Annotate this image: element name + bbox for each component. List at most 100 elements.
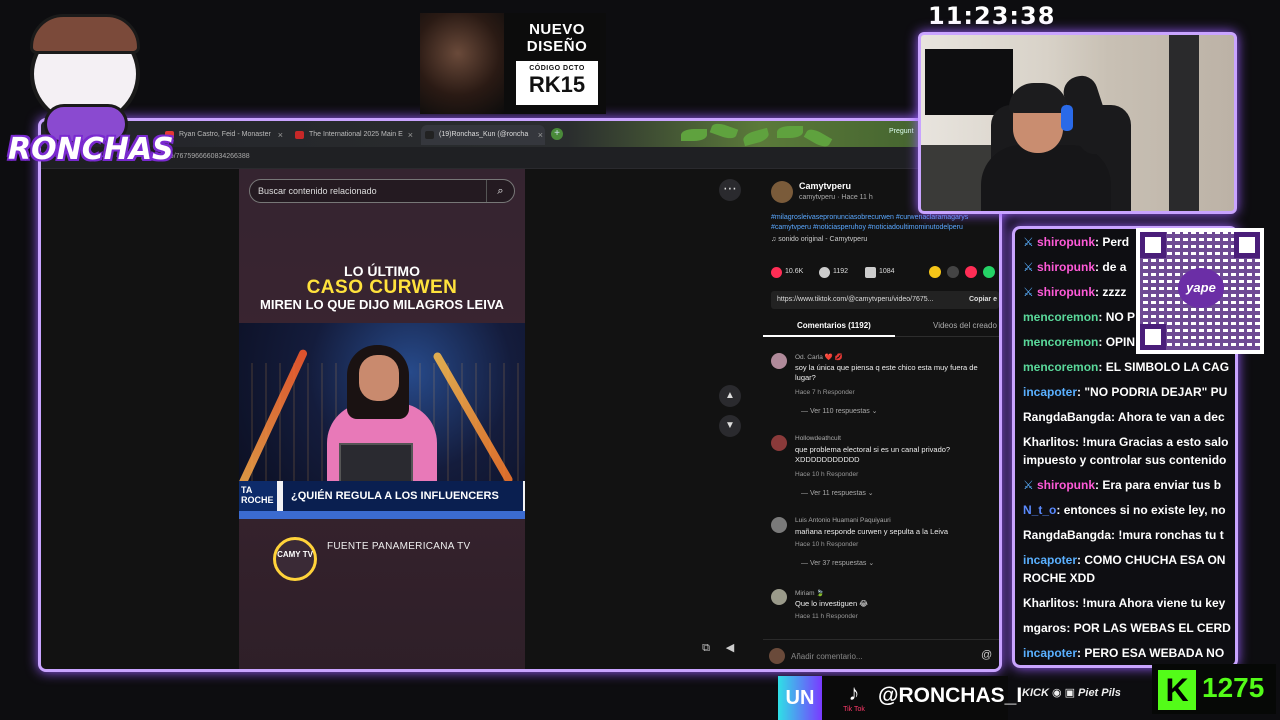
chat-separator: : bbox=[1066, 621, 1074, 635]
save-button[interactable]: 1084 bbox=[865, 265, 895, 279]
address-bar[interactable]: peru/video/7675966660834266388 bbox=[41, 147, 999, 169]
like-button[interactable]: 10.6K bbox=[771, 265, 803, 279]
avatar[interactable] bbox=[771, 435, 787, 451]
mention-icon[interactable]: @ bbox=[981, 649, 992, 661]
comment-button[interactable]: 1192 bbox=[819, 265, 848, 279]
tab-label: Ryan Castro, Feid - Monaster bbox=[179, 131, 271, 138]
chat-username[interactable]: shiropunk bbox=[1037, 260, 1095, 274]
chat-separator: : bbox=[1111, 410, 1118, 424]
chat-text: entonces si no existe ley, no bbox=[1063, 503, 1226, 517]
chat-username[interactable]: Kharlitos bbox=[1023, 596, 1075, 610]
avatar[interactable] bbox=[771, 353, 787, 369]
author-avatar[interactable] bbox=[771, 181, 793, 203]
comment-meta[interactable]: Hace 7 h Responder bbox=[795, 389, 855, 396]
post-hashtags[interactable]: #milagrosleivasepronunciasobrecurwen #cu… bbox=[771, 213, 999, 233]
add-comment-input[interactable]: Añadir comentario... bbox=[791, 652, 863, 661]
chat-username[interactable]: mgaros bbox=[1023, 621, 1066, 635]
chat-message: ⚔ shiropunk: Era para enviar tus b bbox=[1023, 476, 1235, 494]
copy-link-button[interactable]: Copiar e bbox=[969, 291, 997, 309]
chat-text: PERO ESA WEBADA NO bbox=[1084, 646, 1225, 660]
view-replies-button[interactable]: — Ver 110 respuestas ⌄ bbox=[801, 407, 878, 415]
browser-tab-active[interactable]: (19)Ronchas_Kun (@roncha × bbox=[421, 125, 545, 145]
tiktok-icon: ♪ Tik Tok bbox=[832, 680, 876, 720]
whatsapp-icon[interactable] bbox=[983, 266, 995, 278]
new-tab-button[interactable]: + bbox=[551, 128, 563, 140]
chat-username[interactable]: RangdaBangda bbox=[1023, 410, 1111, 424]
comment-user[interactable]: Hollowdeathcult bbox=[795, 435, 841, 442]
close-icon[interactable]: × bbox=[408, 125, 413, 145]
chat-username[interactable]: incapoter bbox=[1023, 385, 1077, 399]
pip-icon[interactable]: ⧉ bbox=[697, 639, 715, 657]
chat-username[interactable]: N_t_o bbox=[1023, 503, 1056, 517]
chat-message: incapoter: COMO CHUCHA ESA ON bbox=[1023, 551, 1235, 569]
chat-username[interactable]: shiropunk bbox=[1037, 285, 1095, 299]
view-replies-button[interactable]: — Ver 37 respuestas ⌄ bbox=[801, 559, 874, 567]
embed-icon[interactable] bbox=[947, 266, 959, 278]
comment-meta[interactable]: Hace 11 h Responder bbox=[795, 613, 858, 620]
share-icon[interactable] bbox=[929, 266, 941, 278]
browser-tab[interactable]: Ryan Castro, Feid - Monaster × bbox=[161, 125, 285, 145]
previous-video-button[interactable]: ▲ bbox=[719, 385, 741, 407]
comment-user[interactable]: Od. Carla ❤️ 💋 bbox=[795, 353, 843, 361]
tiktok-icon bbox=[425, 131, 434, 139]
post-stats: 10.6K 1192 1084 bbox=[771, 265, 999, 279]
chat-username[interactable]: mencoremon bbox=[1023, 310, 1098, 324]
save-count: 1084 bbox=[879, 268, 895, 275]
avatar[interactable] bbox=[771, 589, 787, 605]
browser-tab[interactable]: The International 2025 Main E × bbox=[291, 125, 415, 145]
author-name[interactable]: Camytvperu bbox=[799, 181, 851, 191]
stream-canvas: Ryan Castro, Feid - Monaster × The Inter… bbox=[0, 0, 1280, 720]
chat-username[interactable]: incapoter bbox=[1023, 646, 1077, 660]
close-icon[interactable]: × bbox=[278, 125, 283, 145]
chat-message: Kharlitos: !mura Gracias a esto salo bbox=[1023, 433, 1235, 451]
comment-item: Miriam 🍃 Que lo investiguen 😂 Hace 11 h … bbox=[771, 589, 999, 629]
moderator-sword-icon: ⚔ bbox=[1023, 478, 1034, 492]
comment-meta[interactable]: Hace 10 h Responder bbox=[795, 541, 858, 548]
tab-comments[interactable]: Comentarios (1192) bbox=[797, 321, 871, 330]
post-detail-panel: Camytvperu camytvperu · Hace 11 h #milag… bbox=[763, 169, 999, 669]
chat-username[interactable]: shiropunk bbox=[1037, 235, 1095, 249]
comment-item: Od. Carla ❤️ 💋 soy la única que piensa q… bbox=[771, 353, 999, 427]
panel-tabs: Comentarios (1192) Videos del creado bbox=[763, 317, 999, 337]
tab-creator-videos[interactable]: Videos del creado bbox=[933, 321, 997, 330]
volume-icon[interactable]: ◀ bbox=[721, 639, 739, 657]
video-headline-3: MIREN LO QUE DIJO MILAGROS LEIVA bbox=[260, 297, 504, 312]
comment-user[interactable]: Miriam 🍃 bbox=[795, 589, 824, 597]
browser-capture: Ryan Castro, Feid - Monaster × The Inter… bbox=[38, 118, 1002, 672]
heart-icon bbox=[771, 267, 782, 278]
tab-label: The International 2025 Main E bbox=[309, 131, 403, 138]
post-sound[interactable]: ♫ sonido original - Camytvperu bbox=[771, 236, 867, 243]
chat-text: "NO PODRIA DEJAR" PU bbox=[1084, 385, 1228, 399]
avatar[interactable] bbox=[771, 517, 787, 533]
search-icon[interactable]: ⌕ bbox=[486, 180, 514, 202]
post-link[interactable]: https://www.tiktok.com/@camytvperu/video… bbox=[771, 291, 999, 309]
close-icon[interactable]: × bbox=[538, 125, 543, 145]
chat-username[interactable]: Kharlitos bbox=[1023, 435, 1075, 449]
view-replies-button[interactable]: — Ver 11 respuestas ⌄ bbox=[801, 489, 874, 497]
chat-username[interactable]: mencoremon bbox=[1023, 360, 1098, 374]
sponsor-title-line: NUEVO bbox=[529, 21, 585, 38]
chat-separator: : bbox=[1098, 360, 1106, 374]
banner-prefix: UN bbox=[778, 676, 822, 720]
comment-meta[interactable]: Hace 10 h Responder bbox=[795, 471, 858, 478]
tiktok-page: Buscar contenido relacionado ⌕ LO ÚLTIMO… bbox=[41, 169, 999, 669]
video-player[interactable]: Buscar contenido relacionado ⌕ LO ÚLTIMO… bbox=[239, 169, 525, 669]
search-input[interactable]: Buscar contenido relacionado ⌕ bbox=[249, 179, 515, 203]
chat-text: COMO CHUCHA ESA ON bbox=[1084, 553, 1226, 567]
comment-text: que problema electoral si es un canal pr… bbox=[795, 445, 951, 464]
lower-third-text: ¿QUIÉN REGULA A LOS INFLUENCERS POLÍTICO… bbox=[283, 481, 523, 511]
chat-username[interactable]: mencoremon bbox=[1023, 335, 1098, 349]
chat-username[interactable]: RangdaBangda bbox=[1023, 528, 1111, 542]
comment-user[interactable]: Luis Antonio Huamani Paquiyauri bbox=[795, 517, 891, 524]
send-icon[interactable] bbox=[965, 266, 977, 278]
chat-text: Ahora te van a dec bbox=[1117, 410, 1225, 424]
chat-text: !mura Gracias a esto salo bbox=[1082, 435, 1229, 449]
tiktok-label: Tik Tok bbox=[843, 706, 865, 713]
chat-username[interactable]: shiropunk bbox=[1037, 478, 1095, 492]
next-video-button[interactable]: ▼ bbox=[719, 415, 741, 437]
ask-button[interactable]: Pregunt bbox=[889, 128, 914, 135]
more-options-button[interactable]: ⋯ bbox=[719, 179, 741, 201]
chat-username[interactable]: incapoter bbox=[1023, 553, 1077, 567]
add-comment-bar: Añadir comentario... @ bbox=[763, 639, 999, 669]
streamer-logo: RONCHAS bbox=[8, 8, 174, 176]
